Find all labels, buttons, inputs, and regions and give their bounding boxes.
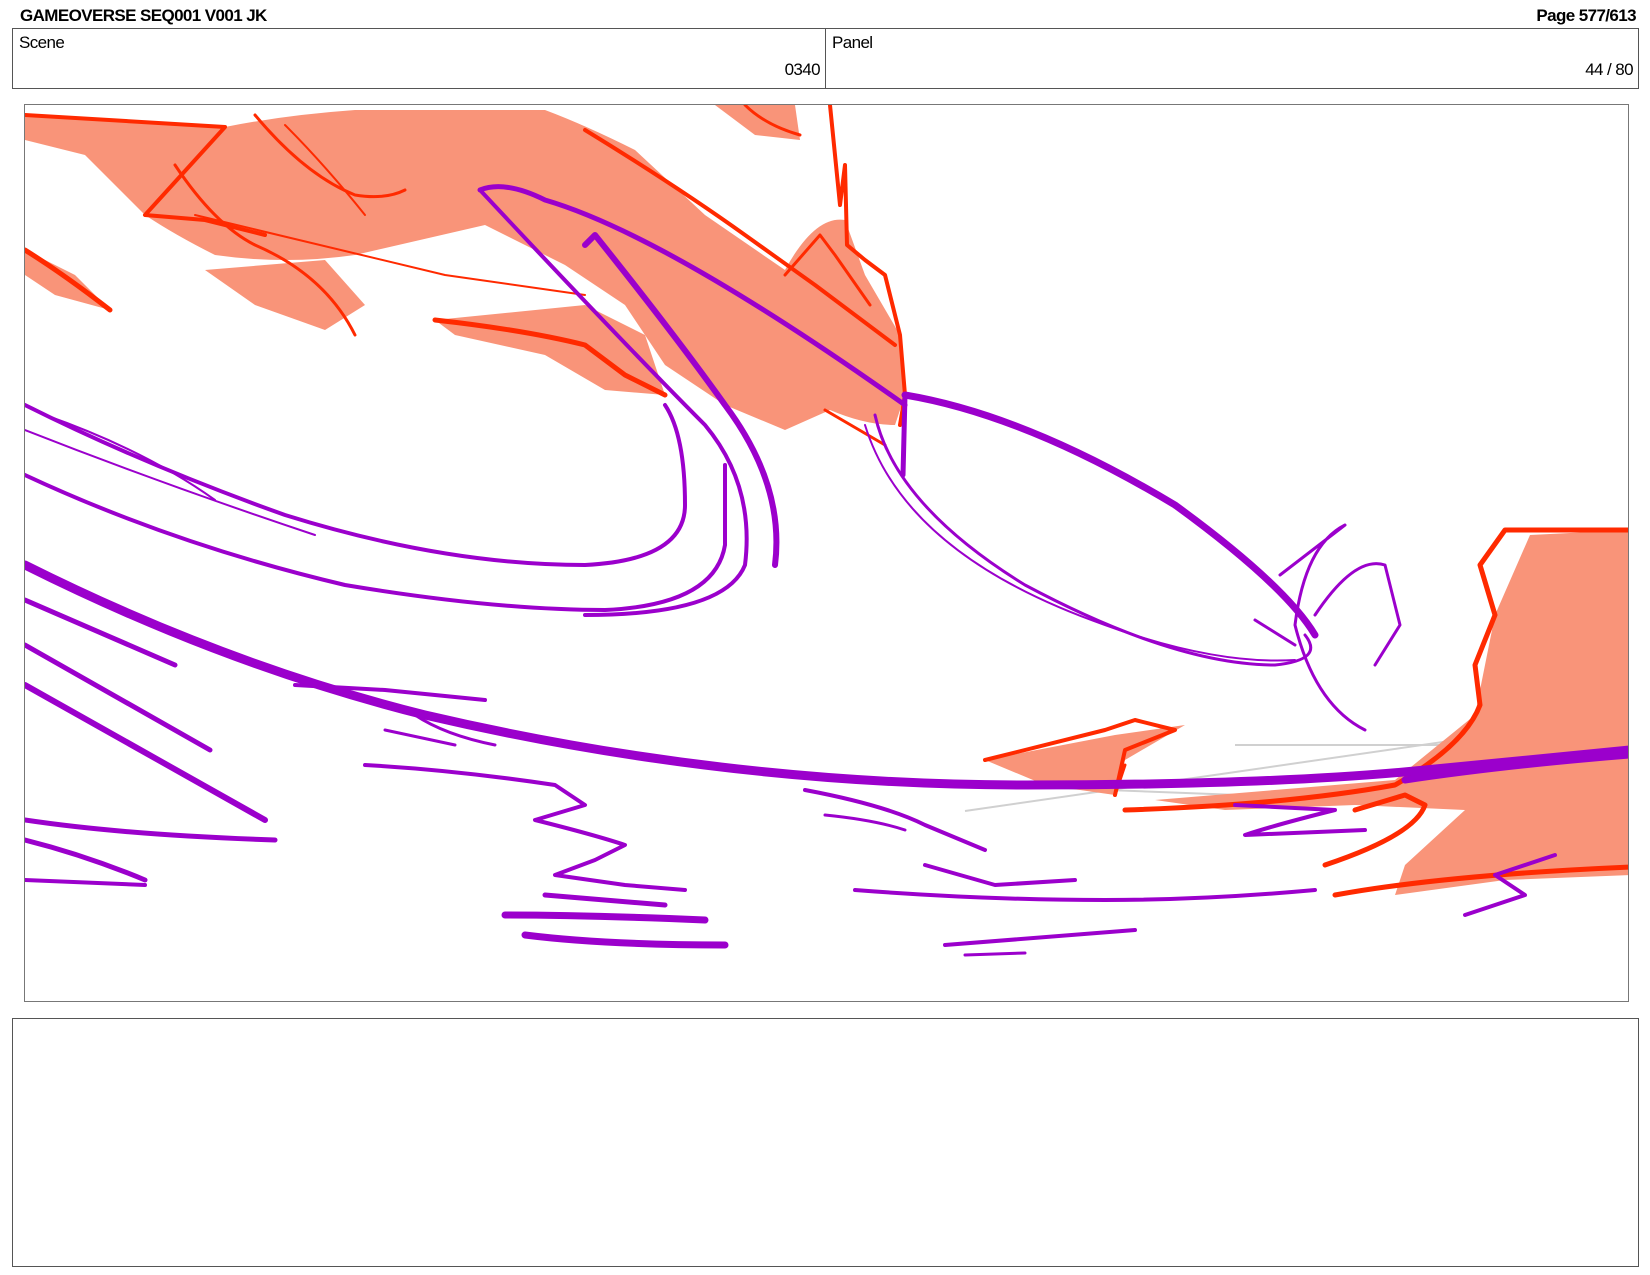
page-number: Page 577/613 (1536, 6, 1636, 25)
notes-box (12, 1018, 1639, 1267)
info-bar: Scene 0340 Panel 44 / 80 (12, 28, 1639, 89)
panel-label: Panel (832, 33, 873, 52)
scene-cell: Scene 0340 (13, 29, 826, 88)
storyboard-panel-frame (24, 104, 1629, 1002)
document-title: GAMEOVERSE SEQ001 V001 JK (20, 6, 267, 25)
panel-value: 44 / 80 (1585, 60, 1633, 79)
storyboard-sketch (25, 105, 1628, 957)
panel-cell: Panel 44 / 80 (826, 29, 1638, 88)
scene-label: Scene (19, 33, 65, 52)
scene-value: 0340 (784, 60, 821, 79)
